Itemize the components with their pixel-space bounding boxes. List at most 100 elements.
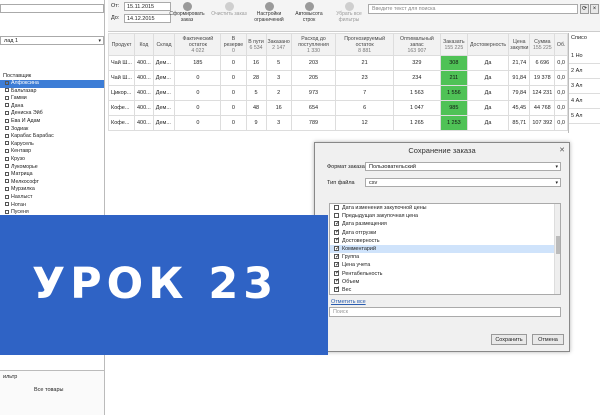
checkbox[interactable]	[334, 245, 340, 253]
table-cell[interactable]: 16	[265, 100, 292, 116]
column-checkbox-item[interactable]: Группа	[330, 253, 560, 261]
left-top-field[interactable]	[0, 4, 104, 13]
table-cell[interactable]: Чай Ш...	[108, 55, 135, 71]
table-row[interactable]: Кофе... 400... Дем... 0 0 48 16 654 6 1 047 985 Да 4…	[108, 100, 568, 116]
checkbox[interactable]	[334, 253, 340, 261]
table-cell[interactable]: 400...	[133, 70, 154, 86]
table-cell[interactable]: Да	[466, 115, 510, 131]
supplier-item[interactable]: Кентавр	[0, 148, 104, 156]
supplier-item[interactable]: Ева И Адам	[0, 118, 104, 126]
supplier-item[interactable]: Алфоксина	[0, 80, 104, 88]
supplier-item[interactable]: Бальтазар	[0, 88, 104, 96]
table-cell[interactable]: 19 378	[529, 70, 556, 86]
columns-checklist[interactable]: Дата изменения закупочной цены Предыдущая…	[329, 203, 561, 295]
supplier-item[interactable]: Карабас Барабас	[0, 133, 104, 141]
table-cell[interactable]: 1 253	[439, 115, 468, 131]
table-cell[interactable]: 44 768	[529, 100, 556, 116]
table-cell[interactable]: 985	[439, 100, 468, 116]
table-cell[interactable]: 6 696	[529, 55, 556, 71]
table-cell[interactable]: 7	[335, 85, 394, 101]
table-row[interactable]: Чай Ш... 400... Дем... 0 0 28 3 205 23 234 211 Да 91…	[108, 70, 568, 86]
column-header[interactable]: Склад	[152, 33, 176, 56]
table-cell[interactable]: 79,84	[508, 85, 531, 101]
table-cell[interactable]: 0,0	[554, 85, 568, 101]
table-cell[interactable]: Да	[466, 85, 510, 101]
mark-all-link[interactable]: Отметить все	[331, 299, 366, 305]
table-cell[interactable]: 205	[290, 70, 337, 86]
search-clear-button[interactable]: ×	[590, 4, 599, 14]
limits-settings-button[interactable]: Настройки ограничений	[250, 2, 288, 24]
table-cell[interactable]: 0	[174, 115, 222, 131]
table-cell[interactable]: 1 265	[392, 115, 441, 131]
table-cell[interactable]: 308	[439, 55, 468, 71]
table-cell[interactable]: 1 563	[392, 85, 441, 101]
table-cell[interactable]: Чай Ш...	[108, 70, 135, 86]
table-cell[interactable]: 789	[290, 115, 337, 131]
table-cell[interactable]: 400...	[133, 55, 154, 71]
table-cell[interactable]: 124 231	[529, 85, 556, 101]
column-header[interactable]: Прогнозируемый остаток 8 881	[335, 33, 394, 56]
column-checkbox-item[interactable]: Цена учета	[330, 261, 560, 269]
table-cell[interactable]: 203	[290, 55, 337, 71]
column-checkbox-item[interactable]: Вес	[330, 285, 560, 294]
table-cell[interactable]: 5	[265, 55, 292, 71]
table-cell[interactable]: 0,0	[554, 115, 568, 131]
table-row[interactable]: Чай Ш... 400... Дем... 185 0 16 5 203 21 329 308 Да…	[108, 55, 568, 71]
supplier-item[interactable]: Карусель	[0, 141, 104, 149]
table-cell[interactable]: 400...	[133, 100, 154, 116]
table-cell[interactable]: 85,71	[508, 115, 531, 131]
checkbox[interactable]	[334, 220, 340, 228]
table-cell[interactable]: 21,74	[508, 55, 531, 71]
table-cell[interactable]: 91,84	[508, 70, 531, 86]
table-cell[interactable]: 185	[174, 55, 222, 71]
supplier-item[interactable]: Мелкософт	[0, 179, 104, 187]
column-header[interactable]: Цена закупки	[508, 33, 531, 56]
table-cell[interactable]: 0,0	[554, 70, 568, 86]
checkbox[interactable]	[334, 261, 340, 269]
order-list-item[interactable]: 5 Ал	[569, 109, 600, 124]
order-list-item[interactable]: 1 Но	[569, 49, 600, 64]
table-cell[interactable]: 107 392	[529, 115, 556, 131]
table-row[interactable]: Цикор... 400... Дем... 0 0 5 2 973 7 1 563 1 556 Да…	[108, 85, 568, 101]
checkbox[interactable]	[334, 205, 339, 211]
column-checkbox-item[interactable]: Предыдущая закупочная цена	[330, 212, 560, 220]
order-list-item[interactable]: 4 Ал	[569, 94, 600, 109]
table-cell[interactable]: 12	[335, 115, 394, 131]
create-order-button[interactable]: Сформировать заказ	[168, 2, 206, 24]
columns-search-input[interactable]: Поиск	[329, 307, 561, 317]
supplier-item[interactable]: Зодиак	[0, 126, 104, 134]
supplier-item[interactable]: Дениска Эйб	[0, 110, 104, 118]
filter-value[interactable]: Все товары	[34, 387, 63, 393]
auto-row-height-button[interactable]: Автовысота строк	[290, 2, 328, 24]
table-cell[interactable]: 0	[174, 70, 222, 86]
table-cell[interactable]: Дем...	[152, 55, 176, 71]
table-cell[interactable]: 1 047	[392, 100, 441, 116]
table-cell[interactable]: 16	[245, 55, 267, 71]
supplier-item[interactable]: Крузо	[0, 156, 104, 164]
table-cell[interactable]: Да	[466, 100, 510, 116]
column-header[interactable]: Заказать 155 225	[439, 33, 468, 56]
checkbox[interactable]	[334, 285, 340, 294]
supplier-item[interactable]: Матрица	[0, 171, 104, 179]
table-cell[interactable]: 1 556	[439, 85, 468, 101]
column-header[interactable]: Оптимальный запас 163 907	[392, 33, 441, 56]
table-cell[interactable]: 973	[290, 85, 337, 101]
column-header[interactable]: Достоверность	[466, 33, 510, 56]
table-cell[interactable]: 0,0	[554, 100, 568, 116]
column-header[interactable]: Продукт	[108, 33, 135, 56]
table-cell[interactable]: 329	[392, 55, 441, 71]
table-cell[interactable]: 0	[174, 100, 222, 116]
supplier-item[interactable]: Лукоморье	[0, 164, 104, 172]
filetype-select[interactable]: csv ▾	[365, 178, 561, 187]
table-cell[interactable]: 0	[174, 85, 222, 101]
close-icon[interactable]: ✕	[559, 146, 565, 154]
column-checkbox-item[interactable]: Дата изменения закупочной цены	[330, 204, 560, 212]
table-cell[interactable]: 0	[220, 55, 247, 71]
from-date-input[interactable]: 15.11.2015	[124, 2, 171, 11]
table-cell[interactable]: 0	[220, 100, 247, 116]
order-list-item[interactable]: 2 Ал	[569, 64, 600, 79]
table-cell[interactable]: 234	[392, 70, 441, 86]
table-cell[interactable]: 0,0	[554, 55, 568, 71]
checkbox[interactable]	[334, 236, 340, 245]
table-cell[interactable]: Дем...	[152, 115, 176, 131]
